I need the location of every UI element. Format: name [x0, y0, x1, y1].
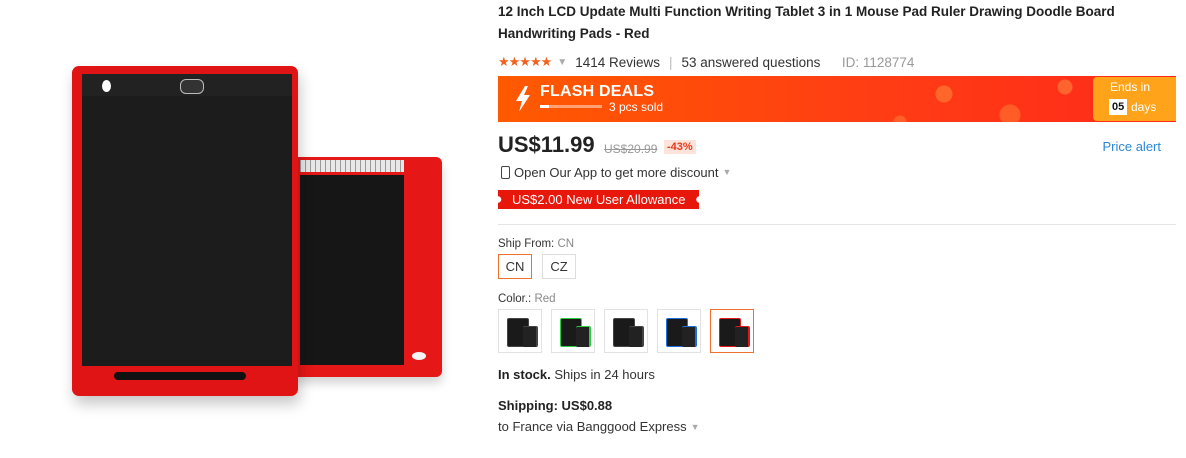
- decorative-pattern: [878, 76, 1098, 122]
- tablet-back-button: [412, 352, 426, 360]
- flash-deals-banner: FLASH DEALS 3 pcs sold Ends in 05 days: [498, 76, 1176, 122]
- product-id: ID: 1128774: [841, 54, 915, 70]
- color-swatch-green[interactable]: [551, 309, 595, 353]
- swatch-tablet-back: [576, 326, 591, 347]
- countdown-unit: days: [1131, 100, 1157, 114]
- original-price: US$20.99: [604, 142, 658, 156]
- countdown-box: Ends in 05 days: [1093, 77, 1176, 121]
- swatch-tablet-back: [523, 326, 538, 347]
- product-title: 12 Inch LCD Update Multi Function Writin…: [498, 4, 1115, 41]
- sold-count: 3 pcs sold: [609, 100, 664, 114]
- current-price: US$11.99: [498, 132, 595, 157]
- ship-from-label-text: Ship From:: [498, 238, 555, 250]
- countdown-days: 05: [1109, 99, 1128, 115]
- price-alert-link[interactable]: Price alert: [1102, 139, 1161, 154]
- color-swatch-dark[interactable]: [604, 309, 648, 353]
- price-row: US$11.99 US$20.99 -43% Price alert: [498, 130, 1176, 164]
- section-divider: [498, 224, 1176, 225]
- reviews-link[interactable]: 1414 Reviews: [575, 55, 660, 70]
- phone-icon: [501, 165, 510, 179]
- app-promo-text: Open Our App to get more discount: [514, 164, 719, 180]
- color-label-text: Color.:: [498, 293, 532, 305]
- shipping-destination-text: to France via Banggood Express: [498, 419, 687, 434]
- tablet-trash-button: [180, 79, 204, 94]
- color-value: Red: [534, 293, 556, 305]
- ship-from-cz-button[interactable]: CZ: [542, 254, 576, 279]
- chevron-down-icon[interactable]: ▼: [557, 57, 567, 68]
- sold-progress-fill: [540, 105, 550, 108]
- chevron-down-icon[interactable]: ▼: [691, 422, 700, 432]
- product-image[interactable]: [0, 0, 490, 458]
- divider-bar: |: [668, 54, 673, 70]
- countdown-label: Ends in: [1110, 80, 1151, 94]
- ship-from-cn-button[interactable]: CN: [498, 254, 532, 279]
- color-label: Color.: Red: [498, 293, 1176, 305]
- swatch-tablet-back: [629, 326, 644, 347]
- rating-row: ★★★★★ ▼ 1414 Reviews | 53 answered quest…: [498, 49, 1176, 75]
- spacer: |: [829, 55, 833, 70]
- color-swatches: [498, 309, 1176, 353]
- discount-badge: -43%: [664, 140, 696, 154]
- ship-from-label: Ship From: CN: [498, 238, 1176, 250]
- color-swatch-red[interactable]: [710, 309, 754, 353]
- tablet-front-dot: [102, 80, 111, 92]
- tablet-back-screen: [300, 175, 404, 365]
- color-swatch-blue[interactable]: [657, 309, 701, 353]
- stock-status: In stock. Ships in 24 hours: [498, 367, 1176, 382]
- lightning-icon: [516, 86, 530, 112]
- color-swatch-black[interactable]: [498, 309, 542, 353]
- stock-status-bold: In stock.: [498, 367, 551, 382]
- ship-from-value: CN: [557, 238, 575, 250]
- shipping-cost: Shipping: US$0.88: [498, 398, 613, 413]
- tablet-stylus: [114, 372, 246, 380]
- swatch-tablet-back: [682, 326, 697, 347]
- flash-deals-title: FLASH DEALS: [540, 83, 655, 100]
- chevron-down-icon[interactable]: ▼: [723, 167, 732, 177]
- rating-stars[interactable]: ★★★★★: [498, 54, 552, 70]
- product-info-panel: 12 Inch LCD Update Multi Function Writin…: [498, 0, 1176, 434]
- shipping-destination[interactable]: to France via Banggood Express ▼: [498, 419, 1176, 434]
- ship-from-options: CN CZ: [498, 254, 1176, 279]
- swatch-tablet-back: [735, 326, 750, 347]
- app-promo[interactable]: Open Our App to get more discount ▼: [498, 162, 1176, 182]
- stock-status-rest: Ships in 24 hours: [550, 367, 655, 382]
- tablet-front-screen: [82, 96, 292, 366]
- new-user-allowance-coupon[interactable]: US$2.00 New User Allowance: [498, 190, 700, 209]
- tablet-back-ruler: [300, 160, 404, 172]
- questions-link[interactable]: 53 answered questions: [682, 55, 821, 70]
- sold-progress-bar: [540, 105, 602, 108]
